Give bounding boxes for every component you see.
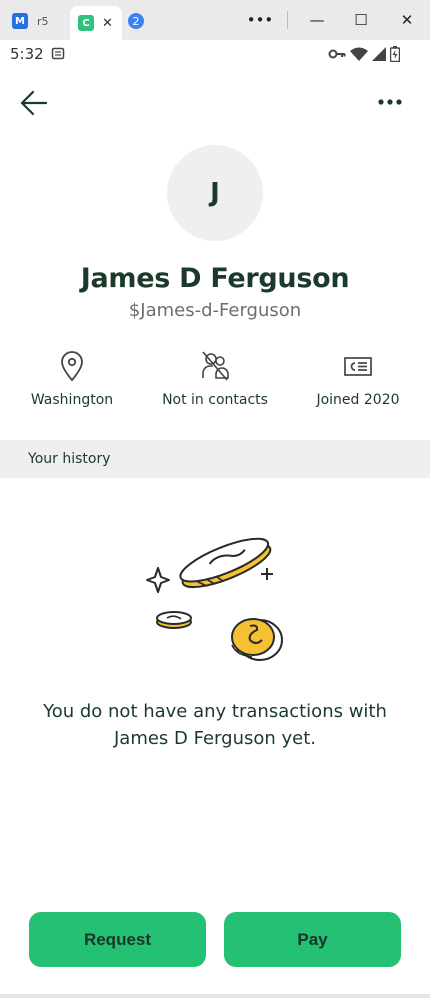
request-button[interactable]: Request <box>29 912 206 967</box>
more-options-icon[interactable] <box>376 92 404 112</box>
window-bottom-border <box>0 994 430 998</box>
minimize-icon[interactable]: — <box>305 8 329 32</box>
badge-icon: 2 <box>128 13 144 29</box>
browser-tab-active[interactable]: C ✕ <box>70 6 122 40</box>
id-card-icon <box>344 357 372 376</box>
info-contacts: Not in contacts <box>155 350 275 408</box>
tab-label: r5 <box>37 14 49 28</box>
status-bar: 5:32 <box>0 40 430 70</box>
avatar: J <box>167 145 263 241</box>
wifi-icon <box>350 47 368 61</box>
browser-tab-r5[interactable]: M r5 <box>12 6 70 36</box>
coins-illustration <box>146 537 283 661</box>
info-location-label: Washington <box>30 392 114 408</box>
history-title: Your history <box>28 451 111 467</box>
pay-button[interactable]: Pay <box>224 912 401 967</box>
battery-icon <box>390 46 400 62</box>
browser-tab-badge[interactable]: 2 <box>128 6 148 36</box>
status-time: 5:32 <box>10 45 44 63</box>
divider <box>287 11 288 29</box>
m-app-icon: M <box>12 13 28 29</box>
close-window-icon[interactable]: ✕ <box>395 8 419 32</box>
tab-close-icon[interactable]: ✕ <box>102 16 113 31</box>
location-pin-icon <box>61 351 83 382</box>
profile-name: James D Ferguson <box>80 263 350 294</box>
info-location: Washington <box>22 350 122 408</box>
info-joined-label: Joined 2020 <box>316 392 400 408</box>
empty-history-message: You do not have any transactions with Ja… <box>43 701 387 749</box>
profile-handle: $James-d-Ferguson <box>128 300 302 321</box>
c-app-icon: C <box>78 15 94 31</box>
signal-icon <box>372 47 386 61</box>
vpn-key-icon <box>328 49 346 59</box>
back-arrow-icon[interactable] <box>20 90 48 116</box>
info-contacts-label: Not in contacts <box>162 392 268 408</box>
sim-card-icon <box>51 47 65 60</box>
contact-off-icon <box>202 351 229 381</box>
avatar-initial: J <box>210 178 220 208</box>
browser-menu-icon[interactable]: ••• <box>247 8 274 32</box>
browser-titlebar: M r5 C ✕ 2 ••• — ☐ ✕ <box>0 0 430 40</box>
history-section-header: Your history <box>0 440 430 478</box>
maximize-icon[interactable]: ☐ <box>349 8 373 32</box>
info-joined: Joined 2020 <box>308 350 408 408</box>
